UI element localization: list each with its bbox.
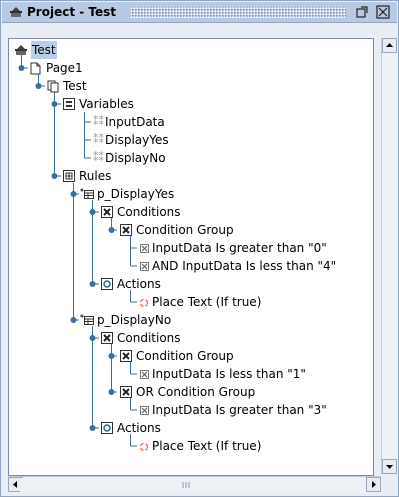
project-panel: Project - Test Test Page1 Test Variables…: [0, 0, 399, 497]
close-icon[interactable]: [376, 5, 390, 19]
arrow-up-icon: [386, 43, 393, 47]
tree-label: InputData Is greater than "3": [152, 403, 327, 417]
tree-node-actions[interactable]: Actions: [9, 419, 373, 437]
tree-node-condition[interactable]: InputData Is greater than "0": [9, 239, 373, 257]
tree-label: Conditions: [117, 331, 181, 345]
scroll-right-button[interactable]: [366, 477, 381, 492]
variable-icon: ⁑⁑: [93, 151, 104, 164]
tree-label: Condition Group: [136, 349, 234, 363]
rule-icon: [80, 188, 94, 199]
tree-node-condition[interactable]: AND InputData Is less than "4": [9, 257, 373, 275]
tree-label: Test: [63, 79, 87, 93]
tree-node-root[interactable]: Test: [9, 41, 373, 59]
rule-icon: [80, 314, 94, 325]
tree-node-action[interactable]: Place Text (If true): [9, 437, 373, 455]
condition-group-icon: [120, 350, 132, 362]
tree-node-rules[interactable]: Rules: [9, 167, 373, 185]
tree-node-conditions[interactable]: Conditions: [9, 203, 373, 221]
rules-icon: [63, 170, 75, 182]
scroll-up-button[interactable]: [382, 38, 397, 53]
tree-node-variable[interactable]: ⁑⁑ DisplayNo: [9, 149, 373, 167]
variable-icon: ⁑⁑: [93, 133, 104, 146]
scroll-down-button[interactable]: [382, 459, 397, 474]
condition-group-icon: [120, 386, 132, 398]
tree-label: DisplayYes: [105, 133, 169, 147]
tree-label: Actions: [117, 277, 161, 291]
tree-label: p_DisplayNo: [97, 313, 172, 327]
tree-node-conditions[interactable]: Conditions: [9, 329, 373, 347]
tree-label: OR Condition Group: [136, 385, 256, 399]
arrow-right-icon: [372, 481, 376, 488]
project-icon: [10, 7, 22, 17]
tree-label: AND InputData Is less than "4": [152, 259, 337, 273]
maximize-icon[interactable]: [355, 5, 369, 19]
tree-node-rule[interactable]: p_DisplayYes: [9, 185, 373, 203]
tree-node-actions[interactable]: Actions: [9, 275, 373, 293]
tree-label: Page1: [46, 61, 83, 75]
tree-node-condition-group[interactable]: OR Condition Group: [9, 383, 373, 401]
variable-icon: ⁑⁑: [93, 115, 104, 128]
tree-node-test[interactable]: Test: [9, 77, 373, 95]
conditions-icon: [101, 206, 113, 218]
tree-label: InputData: [105, 115, 165, 129]
conditions-icon: [101, 332, 113, 344]
tree-node-condition-group[interactable]: Condition Group: [9, 221, 373, 239]
title-bar[interactable]: Project - Test: [2, 2, 397, 23]
tree-label: Test: [31, 41, 57, 59]
actions-icon: [101, 278, 113, 290]
tree-node-variable[interactable]: ⁑⁑ InputData: [9, 113, 373, 131]
arrow-down-icon: [386, 465, 393, 469]
tree-label: InputData Is less than "1": [152, 367, 306, 381]
project-icon: [15, 45, 27, 55]
document-icon: [47, 80, 59, 93]
tree-label: Conditions: [117, 205, 181, 219]
tree-node-variable[interactable]: ⁑⁑ DisplayYes: [9, 131, 373, 149]
action-icon: [139, 298, 149, 308]
tree-node-rule[interactable]: p_DisplayNo: [9, 311, 373, 329]
scroll-thumb[interactable]: [20, 478, 350, 492]
tree-node-condition-group[interactable]: Condition Group: [9, 347, 373, 365]
condition-icon: [140, 406, 149, 415]
tree-node-variables[interactable]: Variables: [9, 95, 373, 113]
condition-icon: [140, 262, 149, 271]
horizontal-scrollbar[interactable]: [8, 476, 381, 493]
tree-node-condition[interactable]: InputData Is greater than "3": [9, 401, 373, 419]
tree-label: Variables: [79, 97, 134, 111]
tree-label: Condition Group: [136, 223, 234, 237]
tree-node-page[interactable]: Page1: [9, 59, 373, 77]
window-title: Project - Test: [27, 4, 121, 20]
page-icon: [30, 62, 41, 75]
tree-label: Rules: [79, 169, 112, 183]
condition-icon: [140, 370, 149, 379]
tree-label: Place Text (If true): [152, 295, 262, 309]
variables-icon: [63, 98, 75, 110]
action-icon: [139, 442, 149, 452]
tree-node-condition[interactable]: InputData Is less than "1": [9, 365, 373, 383]
tree-label: DisplayNo: [105, 151, 166, 165]
thumb-grip-icon: [182, 482, 190, 488]
tree-label: Actions: [117, 421, 161, 435]
condition-icon: [140, 244, 149, 253]
tree-label: InputData Is greater than "0": [152, 241, 327, 255]
vertical-scrollbar[interactable]: [381, 38, 398, 474]
condition-group-icon: [120, 224, 132, 236]
tree-label: p_DisplayYes: [97, 187, 175, 201]
title-grip: [130, 7, 346, 18]
tree-label: Place Text (If true): [152, 439, 262, 453]
actions-icon: [101, 422, 113, 434]
project-tree[interactable]: Test Page1 Test Variables ⁑⁑ InputData ⁑…: [8, 38, 374, 476]
tree-node-action[interactable]: Place Text (If true): [9, 293, 373, 311]
